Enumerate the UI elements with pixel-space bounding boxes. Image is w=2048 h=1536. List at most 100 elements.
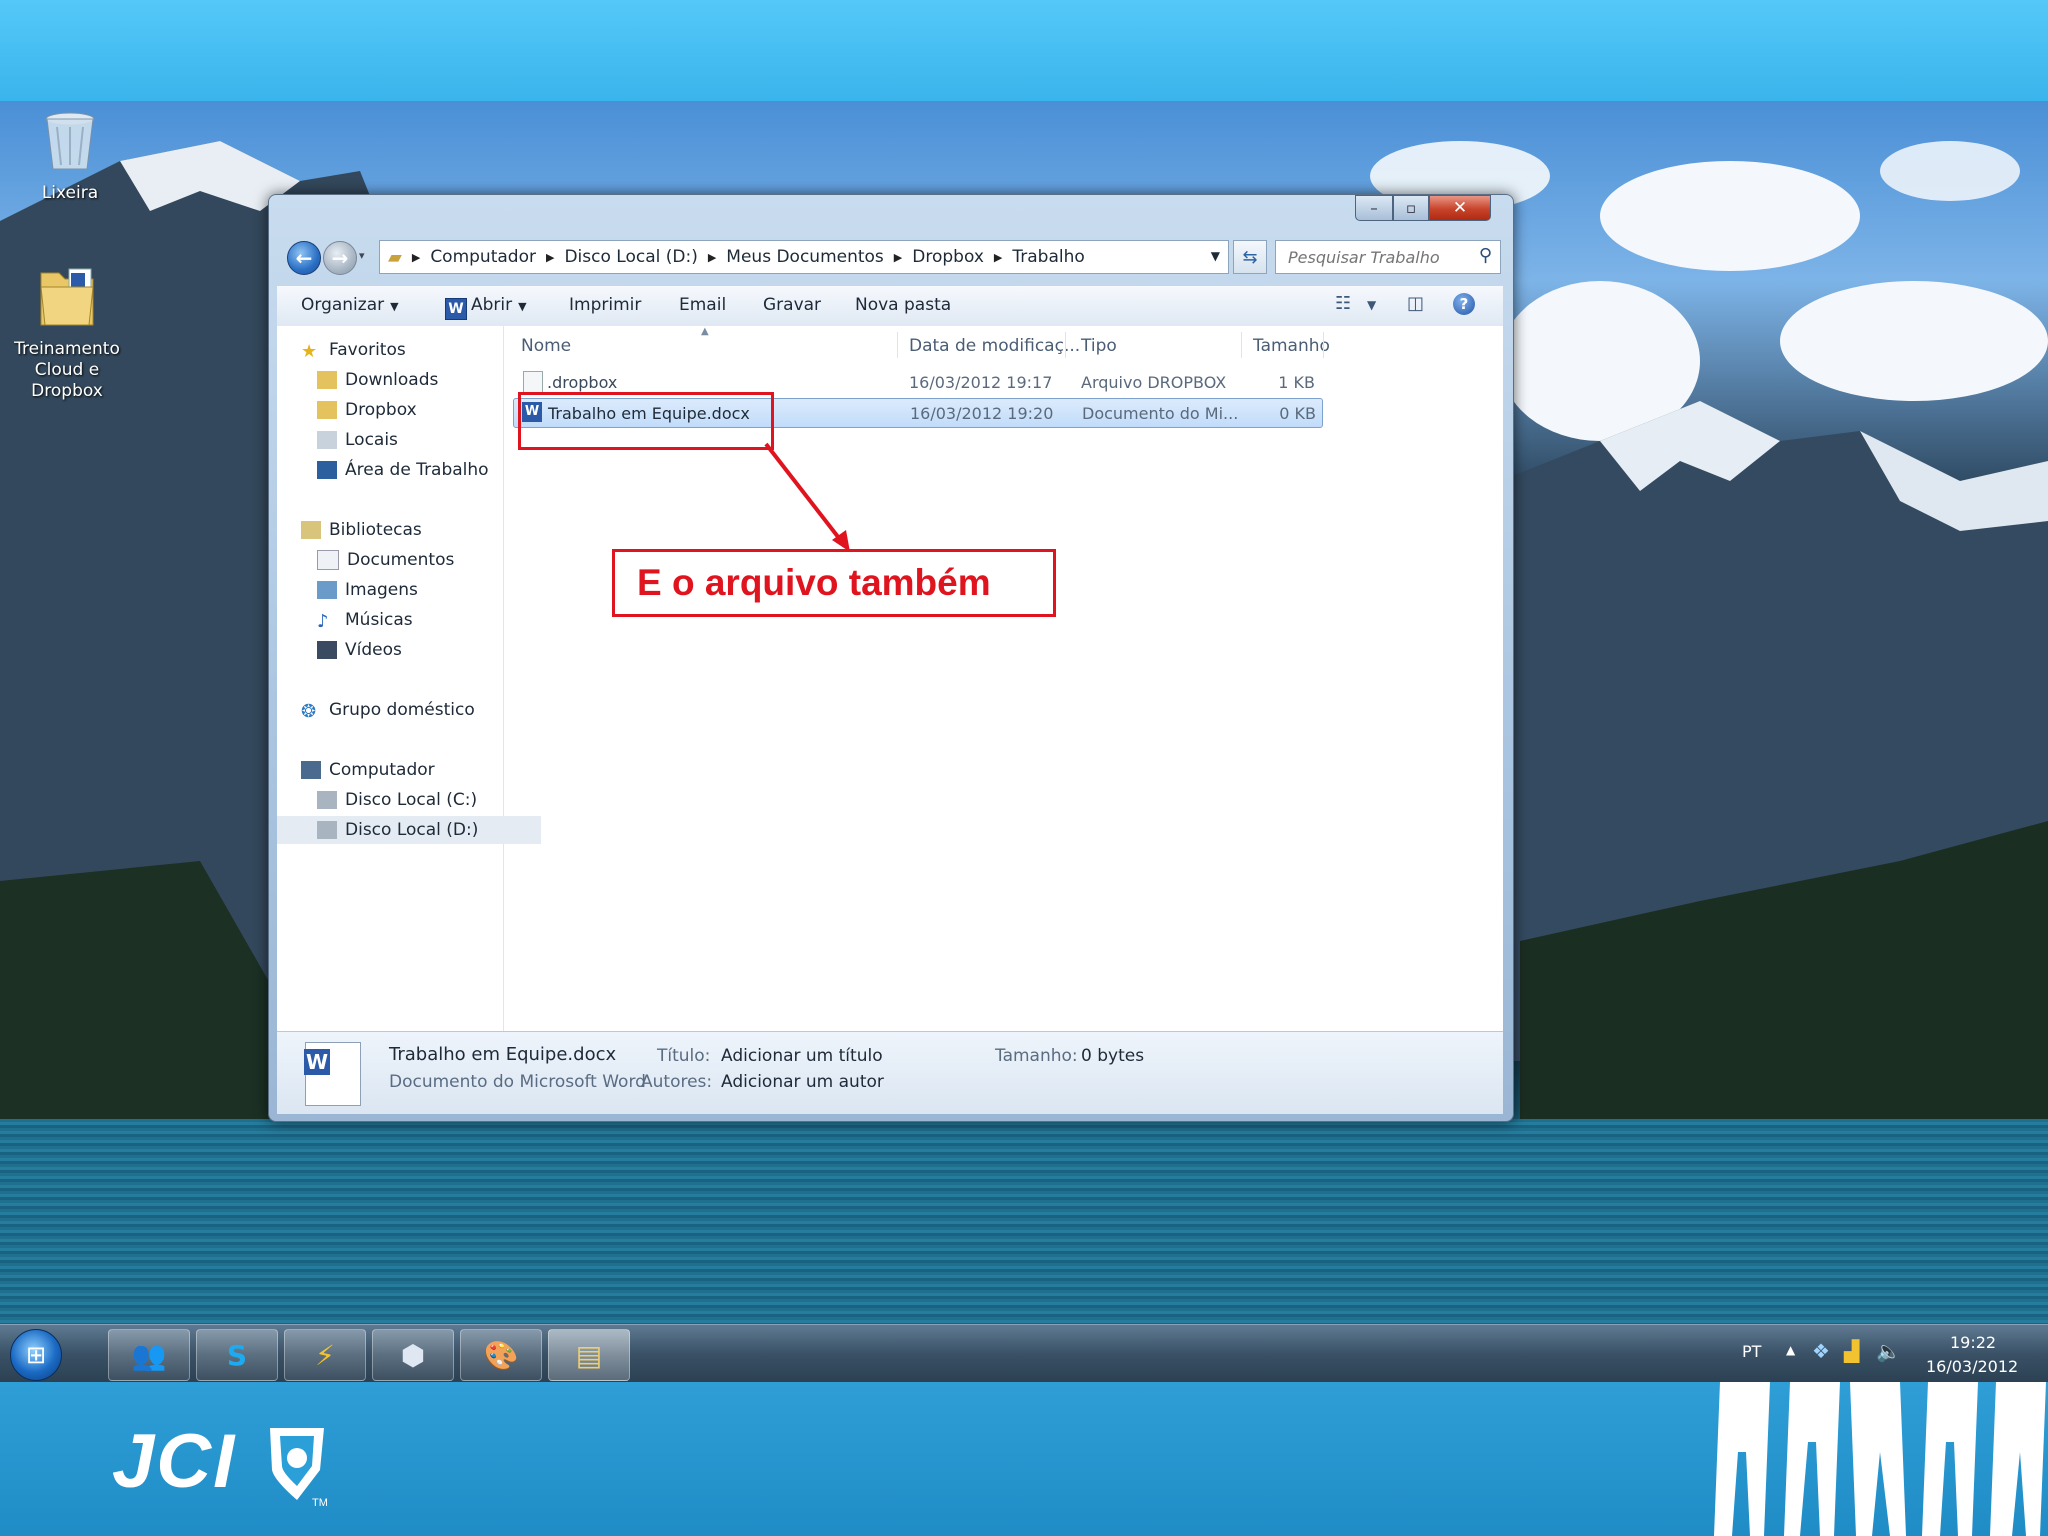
recent-places-icon	[317, 431, 337, 449]
email-button[interactable]: Email	[679, 295, 726, 315]
taskbar-explorer[interactable]: ▤	[548, 1329, 630, 1381]
taskbar-paint[interactable]: 🎨	[460, 1329, 542, 1381]
burn-button[interactable]: Gravar	[763, 295, 821, 315]
close-button[interactable]: ✕	[1429, 195, 1491, 221]
view-options-icon[interactable]: ☷	[1335, 293, 1351, 314]
star-icon: ★	[301, 341, 318, 362]
breadcrumb-separator-icon: ▶	[545, 250, 555, 264]
taskbar: ⊞ 👥 S ⚡ ⬢ 🎨 ▤ PT ▲ ❖ ▟ 🔈 19:22 16/03/201…	[0, 1324, 2048, 1383]
column-header-date[interactable]: Data de modificaç...	[909, 336, 1080, 356]
command-bar: Organizar ▼ W Abrir ▼ Imprimir Email Gravar…	[277, 285, 1503, 327]
refresh-button[interactable]: ⇆	[1233, 240, 1267, 274]
windows-logo-icon: ⊞	[25, 1341, 47, 1369]
jci-shield-icon: TM	[270, 1428, 328, 1508]
nav-item-locais[interactable]: Locais	[277, 426, 541, 454]
column-divider	[897, 332, 898, 358]
arrow-left-icon: ←	[295, 246, 313, 270]
search-box[interactable]: ⚲	[1275, 240, 1501, 274]
clock-date[interactable]: 16/03/2012	[1926, 1357, 2018, 1376]
column-header-size[interactable]: Tamanho	[1253, 336, 1330, 356]
print-button[interactable]: Imprimir	[569, 295, 641, 315]
breadcrumb-trabalho[interactable]: Trabalho	[1012, 247, 1084, 267]
breadcrumb-computer[interactable]: Computador	[430, 247, 536, 267]
nav-item-disk-c[interactable]: Disco Local (C:)	[277, 786, 541, 814]
breadcrumb-dropbox[interactable]: Dropbox	[912, 247, 984, 267]
new-folder-button[interactable]: Nova pasta	[855, 295, 951, 315]
nav-libraries[interactable]: Bibliotecas	[277, 516, 525, 544]
file-size: 0 KB	[1279, 404, 1316, 423]
column-divider	[1065, 332, 1066, 358]
show-hidden-icons-icon[interactable]: ▲	[1786, 1343, 1795, 1357]
nav-homegroup[interactable]: ❂ Grupo doméstico	[277, 696, 525, 724]
dropbox-tray-icon[interactable]: ❖	[1812, 1339, 1830, 1363]
maximize-button[interactable]: ▫	[1393, 195, 1429, 221]
file-date: 16/03/2012 19:20	[910, 404, 1054, 423]
nav-item-pictures[interactable]: Imagens	[277, 576, 541, 604]
volume-icon[interactable]: 🔈	[1876, 1339, 1901, 1363]
taskbar-users-app[interactable]: 👥	[108, 1329, 190, 1381]
forward-button[interactable]: →	[323, 241, 357, 275]
address-dropdown-icon[interactable]: ▼	[1211, 249, 1220, 263]
file-name: .dropbox	[547, 373, 618, 392]
people-silhouettes-graphic	[1714, 1382, 2046, 1536]
taskbar-virtualbox[interactable]: ⬢	[372, 1329, 454, 1381]
videos-icon	[317, 641, 337, 659]
nav-item-label: Downloads	[345, 370, 439, 390]
nav-item-dropbox[interactable]: Dropbox	[277, 396, 541, 424]
breadcrumb-disk-d[interactable]: Disco Local (D:)	[564, 247, 697, 267]
nav-favorites-label: Favoritos	[329, 340, 406, 360]
preview-pane-icon[interactable]: ◫	[1407, 293, 1424, 314]
clock-time[interactable]: 19:22	[1950, 1333, 1996, 1352]
language-indicator[interactable]: PT	[1742, 1342, 1761, 1361]
explorer-window[interactable]: – ▫ ✕ ← → ▾ ▰ ▶ Computador ▶ Disco Local…	[268, 194, 1514, 1122]
nav-item-documents[interactable]: Documentos	[277, 546, 541, 574]
column-divider	[1323, 332, 1324, 358]
navigation-pane: ★ Favoritos Downloads Dropbox Locais Área…	[277, 326, 541, 1031]
nav-item-desktop[interactable]: Área de Trabalho	[277, 456, 541, 484]
details-pane: W Trabalho em Equipe.docx Documento do M…	[277, 1031, 1503, 1114]
breadcrumb-my-documents[interactable]: Meus Documentos	[726, 247, 884, 267]
folder-icon	[40, 268, 94, 326]
taskbar-skype[interactable]: S	[196, 1329, 278, 1381]
open-button[interactable]: W Abrir ▼	[445, 295, 527, 320]
nav-item-disk-d[interactable]: Disco Local (D:)	[277, 816, 541, 844]
folder-icon	[317, 401, 337, 419]
column-header-name[interactable]: Nome	[521, 336, 571, 356]
nav-computer-label: Computador	[329, 760, 435, 780]
folder-label-line2: Cloud e Dropbox	[31, 360, 103, 401]
minimize-button[interactable]: –	[1355, 195, 1393, 221]
view-dropdown-icon[interactable]: ▼	[1367, 298, 1376, 312]
address-bar[interactable]: ▰ ▶ Computador ▶ Disco Local (D:) ▶ Meus…	[379, 240, 1229, 274]
network-icon[interactable]: ▟	[1844, 1339, 1859, 1363]
music-icon: ♪	[317, 611, 329, 632]
details-authors-value[interactable]: Adicionar um autor	[721, 1072, 884, 1092]
taskbar-power-app[interactable]: ⚡	[284, 1329, 366, 1381]
nav-item-label: Dropbox	[345, 400, 417, 420]
history-dropdown-icon[interactable]: ▾	[359, 249, 365, 262]
organize-button[interactable]: Organizar ▼	[301, 295, 399, 315]
file-icon	[523, 371, 543, 393]
help-button[interactable]: ?	[1453, 293, 1475, 315]
nav-item-label: Disco Local (D:)	[345, 820, 479, 840]
column-header-type[interactable]: Tipo	[1081, 336, 1117, 356]
navigation-bar: ← → ▾ ▰ ▶ Computador ▶ Disco Local (D:) …	[279, 239, 1503, 275]
nav-favorites[interactable]: ★ Favoritos	[277, 336, 525, 364]
nav-item-label: Área de Trabalho	[345, 460, 489, 480]
nav-item-music[interactable]: ♪ Músicas	[277, 606, 541, 634]
cube-icon: ⬢	[400, 1338, 426, 1372]
search-icon[interactable]: ⚲	[1479, 245, 1492, 266]
folder-shortcut[interactable]: Treinamento Cloud e Dropbox	[0, 263, 134, 402]
back-button[interactable]: ←	[287, 241, 321, 275]
search-input[interactable]	[1286, 246, 1470, 268]
recycle-bin-shortcut[interactable]: Lixeira	[30, 111, 110, 204]
recycle-bin-label: Lixeira	[41, 183, 99, 203]
recycle-bin-icon	[45, 112, 95, 170]
nav-item-videos[interactable]: Vídeos	[277, 636, 541, 664]
nav-computer[interactable]: Computador	[277, 756, 525, 784]
details-title-value[interactable]: Adicionar um título	[721, 1046, 883, 1066]
documents-icon	[317, 550, 339, 570]
file-type: Arquivo DROPBOX	[1081, 373, 1227, 392]
nav-item-downloads[interactable]: Downloads	[277, 366, 541, 394]
system-tray: PT ▲ ❖ ▟ 🔈 19:22 16/03/2012	[1712, 1325, 2048, 1383]
start-button[interactable]: ⊞	[10, 1329, 62, 1381]
